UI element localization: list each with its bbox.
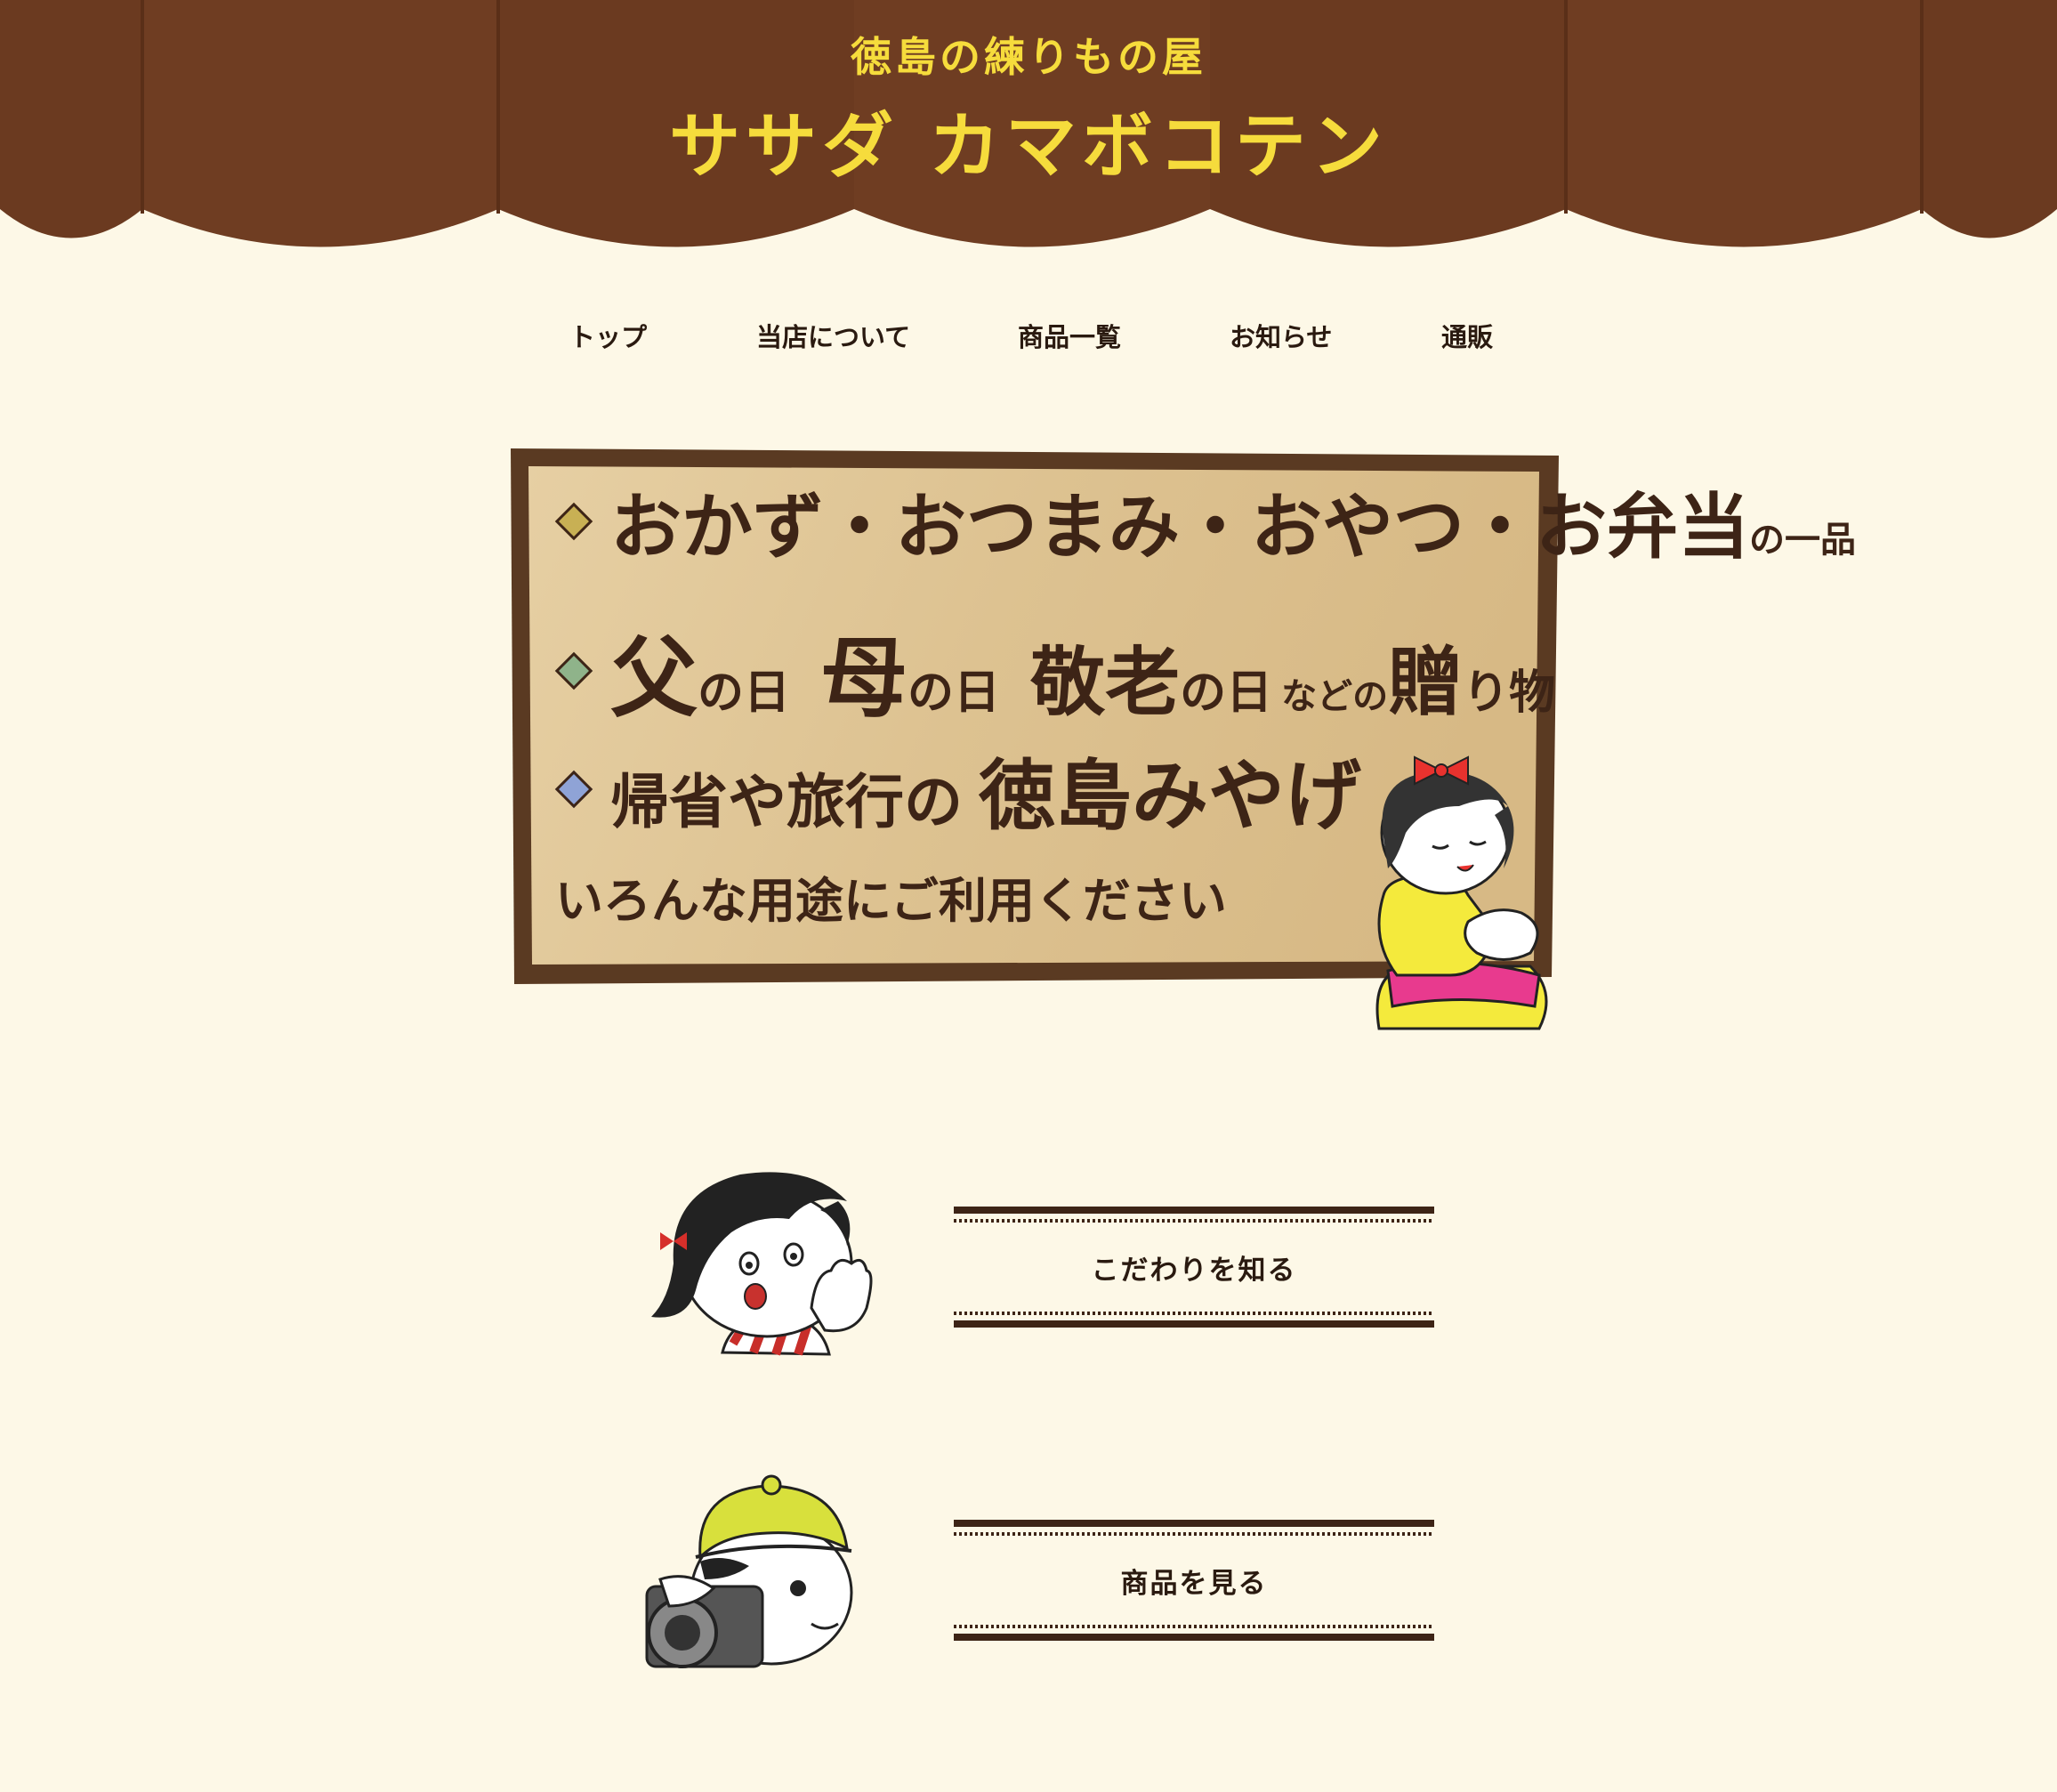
sign-meals-suffix: の一品	[1749, 520, 1856, 561]
main-nav: トップ 当店について 商品一覧 お知らせ 通販	[0, 317, 2057, 361]
sign-gift-elders: 敬老	[1030, 639, 1181, 726]
nav-item-products[interactable]: 商品一覧	[1018, 317, 1121, 354]
link-view-products[interactable]: 商品を見る	[954, 1518, 1434, 1643]
sign-row-uses: いろんな用途にご利用ください	[555, 861, 1227, 932]
diamond-bullet-icon	[554, 770, 593, 808]
sign-souvenir-text: 帰省や旅行の	[610, 768, 963, 836]
sign-gift-day-1: の日	[698, 666, 791, 720]
site-logo-title[interactable]: ササダ カマボコテン	[0, 89, 2057, 192]
link-view-products-label: 商品を見る	[1120, 1568, 1268, 1600]
link-our-commitment-label: こだわりを知る	[1091, 1255, 1297, 1287]
sign-gift-father: 父	[610, 628, 698, 730]
sign-gift-present: 贈	[1388, 639, 1464, 726]
sign-row-souvenir: 帰省や旅行の 徳島みやげ	[554, 733, 1361, 844]
diamond-bullet-icon	[554, 651, 593, 690]
nav-item-top[interactable]: トップ	[569, 317, 647, 354]
sign-gift-mother: 母	[820, 628, 908, 730]
sign-meals-text: おかず・おつまみ・おやつ・お弁当	[610, 486, 1749, 569]
site-subtitle: 徳島の練りもの屋	[851, 33, 1206, 81]
sign-gift-etc: などの	[1281, 676, 1389, 717]
sign-uses-text: いろんな用途にご利用ください	[555, 873, 1227, 929]
sign-souvenir-big: 徳島みやげ	[979, 752, 1361, 841]
diamond-bullet-icon	[554, 502, 593, 541]
sign-gift-day-3: の日	[1180, 666, 1273, 720]
sign-row-meals: おかず・おつまみ・おやつ・お弁当 の一品	[554, 470, 1856, 573]
nav-item-shop[interactable]: 通販	[1441, 317, 1493, 354]
waving-girl-illustration	[651, 1172, 873, 1356]
nav-item-news[interactable]: お知らせ	[1230, 317, 1332, 354]
girl-with-gift-illustration	[1375, 755, 1548, 1030]
sign-gift-day-2: の日	[908, 666, 1001, 720]
sign-gift-present-suffix: り物	[1463, 666, 1556, 720]
link-our-commitment[interactable]: こだわりを知る	[954, 1205, 1434, 1329]
header-awning: 徳島の練りもの屋 ササダ カマボコテン	[0, 0, 2057, 267]
camera-boy-illustration	[645, 1474, 853, 1668]
nav-item-about[interactable]: 当店について	[756, 317, 910, 354]
sign-row-gifts: 父 の日 母 の日 敬老 の日 などの 贈 り物	[554, 608, 1556, 734]
